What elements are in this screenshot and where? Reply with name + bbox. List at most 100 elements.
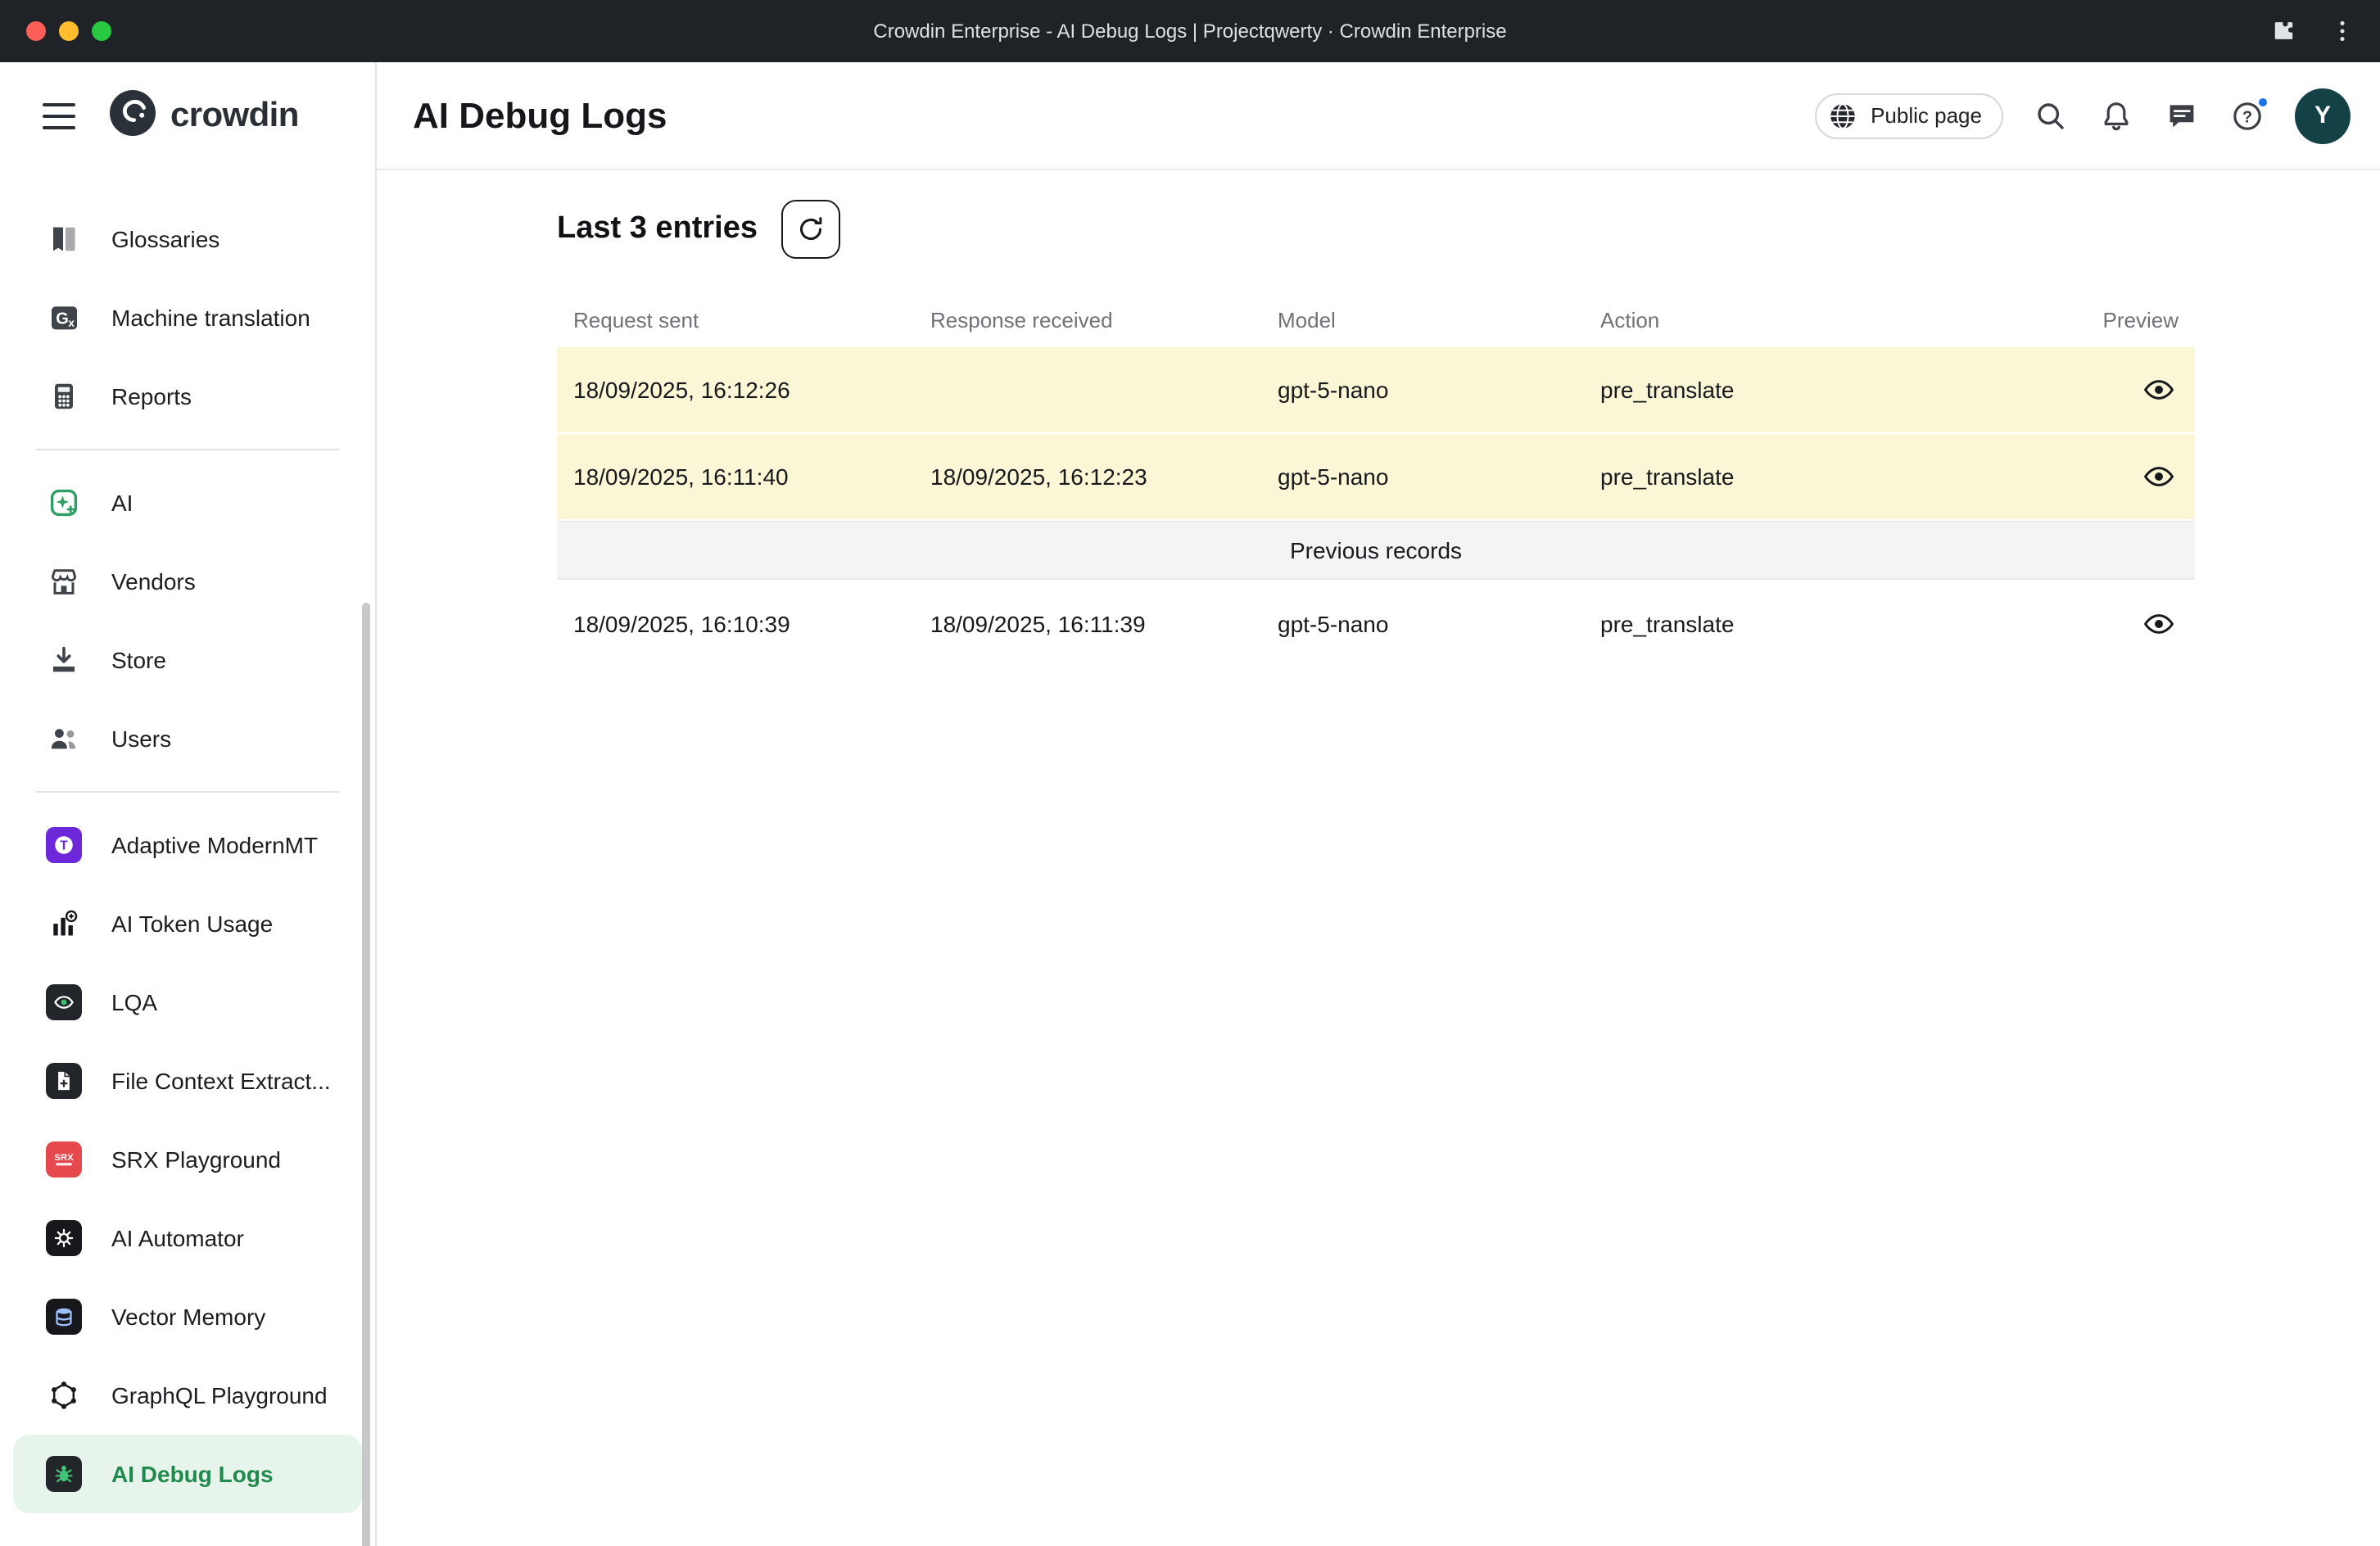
crowdin-wordmark: crowdin <box>170 97 299 136</box>
sidebar-item-label: Vector Memory <box>111 1304 265 1330</box>
content: Last 3 entries Request sent Response rec… <box>377 170 2380 667</box>
avatar-initial: Y <box>2314 102 2331 129</box>
sidebar-item-label: AI <box>111 490 133 516</box>
extensions-icon[interactable] <box>2269 16 2298 46</box>
maximize-button[interactable] <box>92 21 111 41</box>
column-header: Model <box>1261 307 1584 332</box>
main-area: AI Debug Logs Public page <box>377 62 2380 1546</box>
sidebar-item-adaptive-modernmt[interactable]: T Adaptive ModernMT <box>13 806 362 884</box>
messages-button[interactable] <box>2164 97 2200 133</box>
sidebar-divider <box>36 791 339 793</box>
search-button[interactable] <box>2033 97 2069 133</box>
eye-icon <box>2142 373 2175 406</box>
file-context-app-icon <box>46 1063 82 1099</box>
sidebar-header: crowdin <box>0 62 375 170</box>
section-title: Last 3 entries <box>557 211 758 247</box>
titlebar-actions <box>2269 16 2357 46</box>
preview-button[interactable] <box>2142 460 2195 493</box>
storefront-icon <box>46 563 82 599</box>
cell-model: gpt-5-nano <box>1261 610 1584 636</box>
sidebar-item-label: Store <box>111 647 166 673</box>
sidebar-item-file-context-extractor[interactable]: File Context Extract... <box>13 1042 362 1120</box>
preview-button[interactable] <box>2142 607 2195 640</box>
public-page-label: Public page <box>1871 103 1982 128</box>
sidebar-item-users[interactable]: Users <box>13 699 362 778</box>
sidebar-item-label: File Context Extract... <box>111 1068 331 1094</box>
sidebar-scrollbar[interactable] <box>362 603 370 1546</box>
table-row[interactable]: 18/09/2025, 16:12:26 gpt-5-nano pre_tran… <box>557 347 2195 434</box>
sidebar-divider <box>36 449 339 450</box>
sidebar-item-label: SRX Playground <box>111 1146 281 1173</box>
public-page-button[interactable]: Public page <box>1815 93 2003 138</box>
refresh-button[interactable] <box>781 200 839 259</box>
browser-menu-icon[interactable] <box>2328 16 2357 46</box>
svg-text:?: ? <box>2242 108 2252 126</box>
table-row[interactable]: 18/09/2025, 16:10:39 18/09/2025, 16:11:3… <box>557 580 2195 667</box>
sidebar-item-graphql-playground[interactable]: GraphQL Playground <box>13 1356 362 1435</box>
minimize-button[interactable] <box>59 21 79 41</box>
sidebar-item-ai-token-usage[interactable]: AI Token Usage <box>13 884 362 963</box>
main-header: AI Debug Logs Public page <box>377 62 2380 170</box>
sidebar-item-vendors[interactable]: Vendors <box>13 542 362 621</box>
sidebar-item-label: AI Automator <box>111 1225 244 1251</box>
sidebar-item-label: Adaptive ModernMT <box>111 832 318 858</box>
user-avatar[interactable]: Y <box>2295 88 2351 143</box>
sidebar-item-ai-automator[interactable]: AI Automator <box>13 1199 362 1277</box>
refresh-icon <box>795 215 825 244</box>
cell-model: gpt-5-nano <box>1261 377 1584 403</box>
search-icon <box>2034 99 2067 132</box>
table-header-row: Request sent Response received Model Act… <box>557 292 2195 347</box>
sidebar-item-store[interactable]: Store <box>13 621 362 699</box>
sidebar-item-label: Users <box>111 726 171 752</box>
sidebar-item-reports[interactable]: Reports <box>13 357 362 436</box>
page-title: AI Debug Logs <box>413 94 667 137</box>
cell-model: gpt-5-nano <box>1261 463 1584 490</box>
bell-icon <box>2100 99 2133 132</box>
sidebar: crowdin Glossaries Gx Machine translatio… <box>0 62 377 1546</box>
debug-logs-table: Request sent Response received Model Act… <box>557 292 2195 667</box>
users-icon <box>46 721 82 757</box>
automator-app-icon <box>46 1220 82 1256</box>
sidebar-item-lqa[interactable]: LQA <box>13 963 362 1042</box>
sidebar-item-machine-translation[interactable]: Gx Machine translation <box>13 278 362 357</box>
app-window: Crowdin Enterprise - AI Debug Logs | Pro… <box>0 0 2380 1546</box>
notification-dot <box>2257 96 2269 107</box>
header-actions: Public page <box>1815 88 2351 143</box>
eye-icon <box>2142 607 2175 640</box>
preview-button[interactable] <box>2142 373 2195 406</box>
download-icon <box>46 642 82 678</box>
cell-action: pre_translate <box>1584 463 2059 490</box>
cell-response-received: 18/09/2025, 16:11:39 <box>914 610 1261 636</box>
token-usage-app-icon <box>46 906 82 942</box>
help-button[interactable]: ? <box>2229 97 2265 133</box>
sidebar-item-glossaries[interactable]: Glossaries <box>13 200 362 278</box>
sidebar-toggle-button[interactable] <box>43 103 75 129</box>
cell-action: pre_translate <box>1584 377 2059 403</box>
sidebar-item-ai[interactable]: AI <box>13 463 362 542</box>
table-row[interactable]: 18/09/2025, 16:11:40 18/09/2025, 16:12:2… <box>557 434 2195 521</box>
sidebar-item-label: Vendors <box>111 568 196 594</box>
srx-app-icon: SRX <box>46 1141 82 1178</box>
book-icon <box>46 221 82 257</box>
notifications-button[interactable] <box>2098 97 2134 133</box>
cell-action: pre_translate <box>1584 610 2059 636</box>
crowdin-logo[interactable]: crowdin <box>108 88 299 145</box>
sidebar-item-label: AI Debug Logs <box>111 1461 274 1487</box>
window-title: Crowdin Enterprise - AI Debug Logs | Pro… <box>873 20 1506 43</box>
sidebar-item-label: Machine translation <box>111 305 310 331</box>
sidebar-item-srx-playground[interactable]: SRX SRX Playground <box>13 1120 362 1199</box>
chat-icon <box>2165 99 2198 132</box>
window-controls <box>26 21 111 41</box>
ai-sparkle-icon <box>46 485 82 521</box>
sidebar-item-label: GraphQL Playground <box>111 1382 328 1408</box>
globe-icon <box>1828 101 1857 130</box>
sidebar-item-vector-memory[interactable]: Vector Memory <box>13 1277 362 1356</box>
debug-logs-app-icon <box>46 1456 82 1492</box>
vector-memory-app-icon <box>46 1299 82 1335</box>
svg-text:G: G <box>56 310 69 328</box>
sidebar-item-ai-debug-logs[interactable]: AI Debug Logs <box>13 1435 362 1513</box>
column-header: Request sent <box>557 307 914 332</box>
svg-text:SRX: SRX <box>54 1153 74 1163</box>
sidebar-item-label: AI Token Usage <box>111 911 273 937</box>
close-button[interactable] <box>26 21 46 41</box>
